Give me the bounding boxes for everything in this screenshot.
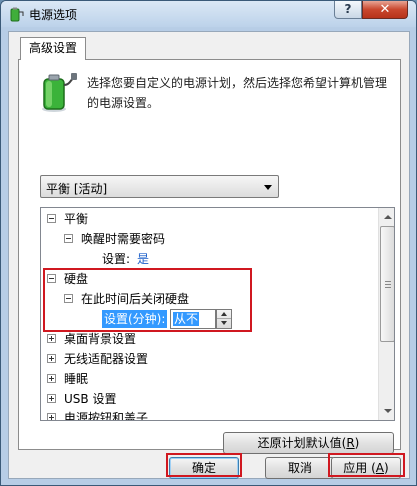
title-bar[interactable]: 电源选项 ? ✕ [1, 1, 416, 27]
collapse-icon[interactable] [47, 274, 56, 283]
button-accelerator: A [375, 461, 385, 475]
scroll-down-arrow-icon[interactable] [380, 403, 394, 419]
setting-value-link[interactable]: 是 [137, 250, 149, 268]
tree-item-label: 无线适配器设置 [64, 352, 149, 366]
setting-label-selected: 设置(分钟): [102, 310, 168, 328]
setting-label: 设置: [102, 252, 131, 266]
ok-button[interactable]: 确定 [169, 457, 239, 479]
tree-item-label: 电源按钮和盖子 [64, 411, 149, 421]
apply-button[interactable]: 应用 (A) [331, 457, 401, 479]
scroll-up-arrow-icon[interactable] [380, 209, 394, 225]
disk-timeout-input[interactable]: 从不 [170, 309, 216, 329]
spin-up-icon[interactable] [217, 310, 231, 319]
expand-icon[interactable] [47, 394, 56, 403]
disk-timeout-value: 从不 [173, 312, 200, 326]
help-button[interactable]: ? [334, 1, 362, 19]
tree-item-disk-timeout-setting[interactable]: 设置(分钟): 从不 [44, 309, 244, 330]
button-label-suffix: ) [354, 436, 360, 450]
power-options-window: 电源选项 ? ✕ 高级设置 选择您要自定义的电源计划，然后选择您希望计算机管理的… [0, 0, 417, 486]
grip-icon [385, 281, 391, 288]
collapse-icon[interactable] [47, 214, 56, 223]
expand-icon[interactable] [47, 413, 56, 420]
power-plan-selected-value: 平衡 [活动] [46, 182, 108, 196]
collapse-icon[interactable] [64, 294, 73, 303]
button-label: 应用 ( [343, 461, 376, 475]
instructions-text: 选择您要自定义的电源计划，然后选择您希望计算机管理的电源设置。 [87, 76, 388, 110]
expand-icon[interactable] [47, 354, 56, 363]
tree-item-label: 唤醒时需要密码 [81, 232, 166, 246]
tree-item-label: 睡眠 [64, 372, 89, 386]
disk-timeout-stepper[interactable] [216, 309, 232, 329]
tab-advanced-settings[interactable]: 高级设置 [20, 37, 86, 60]
button-label: 还原计划默认值( [257, 436, 347, 450]
dialog-client-area: 高级设置 选择您要自定义的电源计划，然后选择您希望计算机管理的电源设置。 平衡 … [8, 31, 410, 479]
tree-item-label: USB 设置 [64, 392, 117, 406]
button-accelerator: R [346, 436, 355, 450]
chevron-down-icon[interactable] [264, 185, 272, 190]
advanced-settings-panel: 选择您要自定义的电源计划，然后选择您希望计算机管理的电源设置。 平衡 [活动] … [18, 59, 401, 454]
tree-vertical-scrollbar[interactable] [378, 208, 394, 420]
scrollbar-thumb[interactable] [380, 226, 394, 342]
power-options-icon [10, 7, 24, 22]
cancel-button[interactable]: 取消 [265, 457, 335, 479]
close-button[interactable]: ✕ [362, 1, 408, 19]
window-title: 电源选项 [29, 8, 78, 22]
expand-icon[interactable] [47, 374, 56, 383]
settings-tree[interactable]: 平衡 唤醒时需要密码 设置: 是 硬盘 在此时间后关闭硬盘 设置(分钟): 从不… [40, 207, 395, 421]
battery-plug-icon [42, 73, 77, 112]
tree-item-label: 在此时间后关闭硬盘 [81, 292, 190, 306]
button-label-suffix: ) [384, 461, 389, 475]
restore-plan-defaults-button[interactable]: 还原计划默认值(R) [223, 432, 394, 454]
expand-icon[interactable] [47, 334, 56, 343]
collapse-icon[interactable] [64, 234, 73, 243]
power-plan-dropdown[interactable]: 平衡 [活动] [40, 175, 279, 198]
tree-item-label: 硬盘 [64, 272, 89, 286]
tree-item-label: 桌面背景设置 [64, 332, 137, 346]
tree-item-label: 平衡 [64, 212, 89, 226]
spin-down-icon[interactable] [217, 319, 231, 328]
